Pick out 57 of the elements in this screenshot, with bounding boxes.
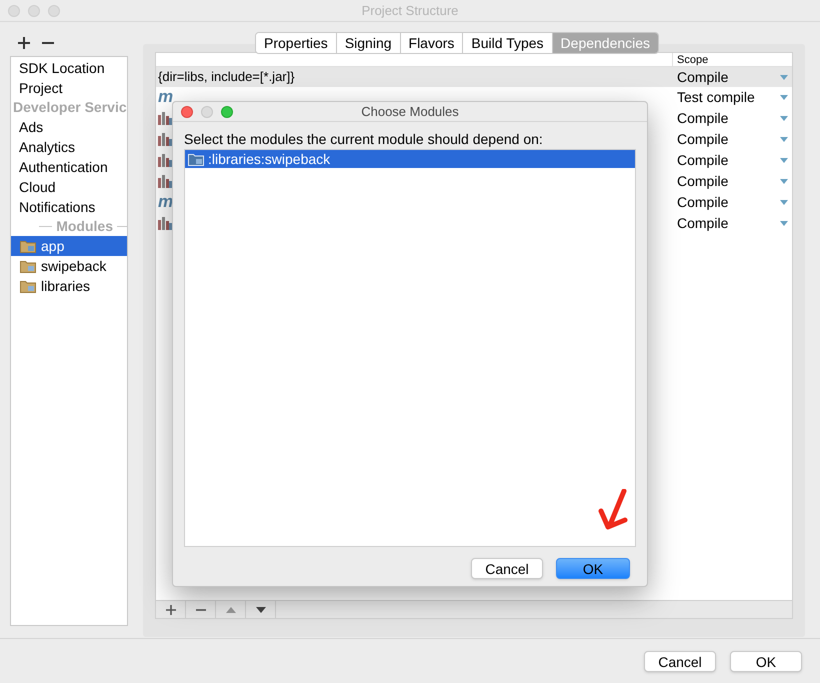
column-header: Scope	[672, 53, 792, 66]
sidebar-section-header: Modules	[56, 217, 113, 236]
arrow-annotation	[598, 489, 628, 531]
sidebar-item[interactable]: Project	[11, 78, 127, 98]
scope-dropdown[interactable]: Compile	[672, 171, 792, 192]
dialog-button[interactable]: Cancel	[644, 650, 716, 672]
sidebar-item[interactable]: Cloud	[11, 177, 127, 197]
library-icon	[158, 133, 172, 146]
module-label: swipeback	[41, 256, 106, 276]
window-control-icon[interactable]	[201, 106, 213, 118]
module-folder-icon	[20, 259, 36, 273]
scope-dropdown[interactable]: Compile	[672, 192, 792, 213]
table-cell: {dir=libs, include=[*.jar]}	[156, 67, 672, 87]
default-button[interactable]: OK	[556, 558, 630, 579]
sidebar-item[interactable]: Ads	[11, 117, 127, 137]
dialog-title: Choose Modules	[360, 102, 460, 121]
module-folder-icon	[20, 239, 36, 253]
maven-icon: m	[158, 87, 174, 106]
maven-icon: m	[158, 192, 174, 211]
dropdown-icon[interactable]	[780, 137, 788, 142]
dropdown-icon[interactable]	[780, 179, 788, 184]
scope-dropdown[interactable]: Compile	[672, 108, 792, 129]
dialog-button[interactable]: Cancel	[471, 558, 543, 579]
scope-dropdown[interactable]: Compile	[672, 150, 792, 171]
add-icon[interactable]	[18, 37, 30, 49]
dropdown-icon[interactable]	[780, 116, 788, 121]
library-icon	[158, 175, 172, 188]
sidebar-item[interactable]: SDK Location	[11, 58, 127, 78]
dropdown-icon[interactable]	[780, 74, 788, 80]
scope-dropdown[interactable]: Compile	[672, 129, 792, 150]
sidebar-item[interactable]: Authentication	[11, 157, 127, 177]
window-control-icon[interactable]	[181, 106, 193, 118]
library-icon	[158, 112, 172, 125]
module-item[interactable]: libraries	[11, 276, 127, 296]
dropdown-icon[interactable]	[780, 95, 788, 100]
module-label: libraries	[41, 276, 90, 296]
module-label: :libraries:swipeback	[208, 150, 330, 169]
dropdown-icon[interactable]	[780, 221, 788, 226]
module-list-item[interactable]: :libraries:swipeback	[185, 150, 635, 168]
sidebar-item[interactable]: Notifications	[11, 197, 127, 217]
scope-dropdown[interactable]: Compile	[672, 67, 792, 87]
dropdown-icon[interactable]	[780, 200, 788, 205]
library-icon	[158, 154, 172, 167]
sidebar-item[interactable]: Analytics	[11, 137, 127, 157]
module-folder-icon	[20, 279, 36, 293]
module-item[interactable]: swipeback	[11, 256, 127, 276]
library-icon	[158, 217, 172, 230]
module-label: app	[41, 236, 64, 256]
module-item[interactable]: app	[11, 236, 127, 256]
scope-dropdown[interactable]: Test compile	[672, 87, 792, 108]
scope-dropdown[interactable]: Compile	[672, 213, 792, 234]
dialog-prompt: Select the modules the current module should depend on:	[184, 131, 544, 147]
window-control-icon[interactable]	[221, 106, 233, 118]
sidebar-section-header: Developer Servic	[12, 98, 127, 117]
dialog-button[interactable]: OK	[730, 650, 802, 672]
module-folder-icon	[188, 152, 204, 166]
dropdown-icon[interactable]	[780, 158, 788, 163]
